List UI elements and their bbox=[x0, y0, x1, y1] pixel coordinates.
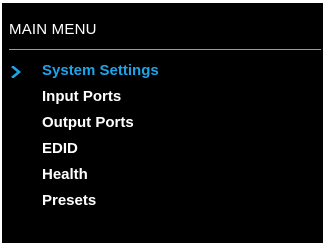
menu-item-label: EDID bbox=[42, 140, 78, 157]
menu-item-label: Health bbox=[42, 166, 88, 183]
title-divider bbox=[9, 49, 321, 50]
menu-item-label: Output Ports bbox=[42, 114, 134, 131]
menu-item-input-ports[interactable]: Input Ports bbox=[2, 84, 323, 110]
menu-title: MAIN MENU bbox=[9, 21, 97, 38]
chevron-right-icon bbox=[11, 66, 21, 78]
menu-item-edid[interactable]: EDID bbox=[2, 136, 323, 162]
menu-item-output-ports[interactable]: Output Ports bbox=[2, 110, 323, 136]
menu-item-label: Input Ports bbox=[42, 88, 122, 105]
menu-item-system-settings[interactable]: System Settings bbox=[2, 58, 323, 84]
menu-item-label: System Settings bbox=[42, 62, 159, 79]
main-menu-screen: MAIN MENU System Settings Input Ports Ou… bbox=[2, 3, 323, 243]
menu-item-presets[interactable]: Presets bbox=[2, 188, 323, 214]
menu-item-health[interactable]: Health bbox=[2, 162, 323, 188]
menu-list: System Settings Input Ports Output Ports… bbox=[2, 58, 323, 214]
menu-item-label: Presets bbox=[42, 192, 97, 209]
